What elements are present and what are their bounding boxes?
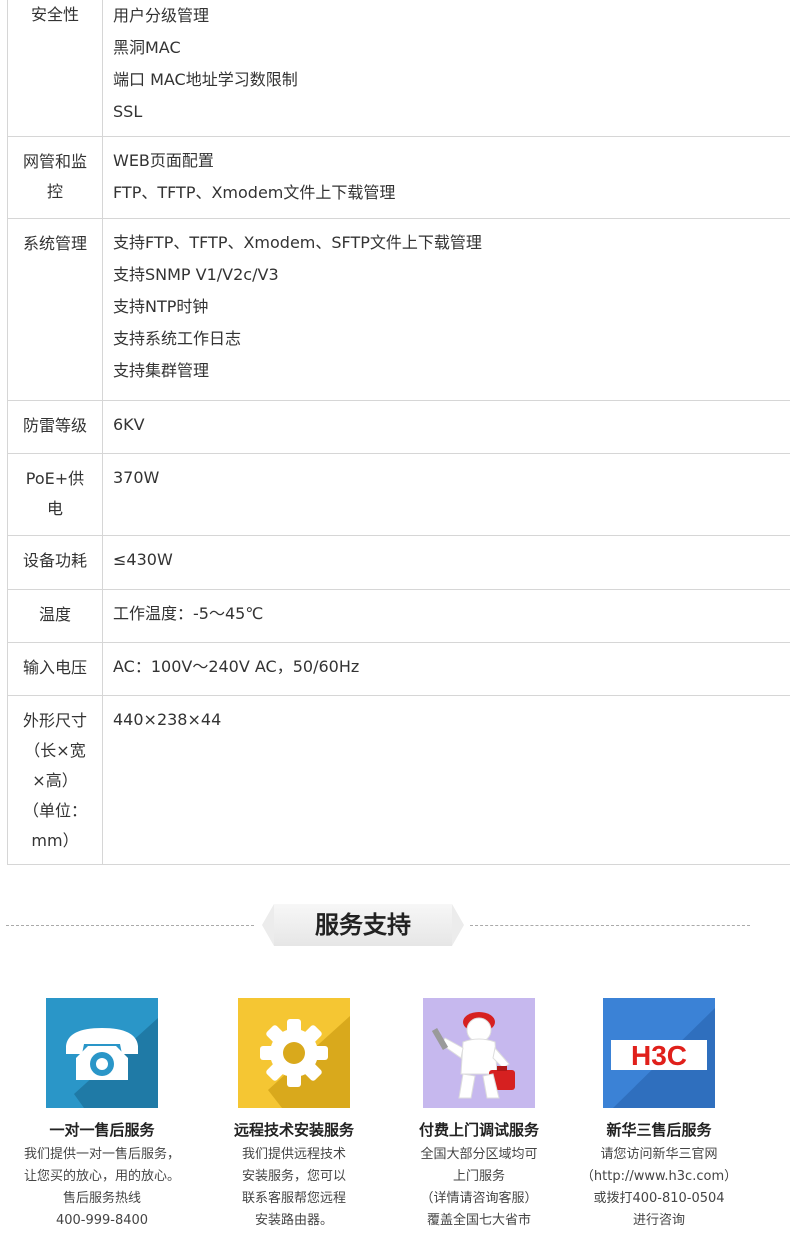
spec-key: 安全性 <box>7 0 103 137</box>
spec-key: 网管和监控 <box>7 135 103 219</box>
spec-value: 工作温度：-5～45℃ <box>102 588 790 643</box>
spec-value: 370W <box>102 452 790 536</box>
spec-row: 防雷等级 6KV <box>7 399 790 454</box>
dashed-rule-left <box>6 925 254 926</box>
section-title: 服务支持 <box>315 911 411 939</box>
service-name: 付费上门调试服务 <box>418 1121 539 1139</box>
spec-value-text: 支持系统工作日志 <box>113 328 242 348</box>
spec-value: AC：100V～240V AC，50/60Hz <box>102 641 790 696</box>
spec-row: 输入电压 AC：100V～240V AC，50/60Hz <box>7 641 790 696</box>
spec-value: WEB页面配置 FTP、TFTP、Xmodem文件上下载管理 <box>102 135 790 219</box>
spec-value-text: FTP、TFTP、Xmodem文件上下载管理 <box>113 182 396 202</box>
spec-key-text: ×高） <box>32 770 78 790</box>
spec-row: 系统管理 支持FTP、TFTP、Xmodem、SFTP文件上下载管理 支持SNMP … <box>7 217 790 401</box>
dashed-rule-right <box>470 925 750 926</box>
spec-value: 6KV <box>102 399 790 454</box>
spec-key-text: 防雷等级 <box>22 415 87 435</box>
spec-key: 外形尺寸 （长×宽 ×高） （单位： mm） <box>7 694 103 865</box>
row-divider <box>102 589 438 590</box>
svg-text:H3C: H3C <box>631 1040 687 1071</box>
service-description: 我们提供一对一售后服务， 让您买的放心，用的放心。 售后服务热线 400-999-84… <box>23 1147 180 1228</box>
spec-value: 用户分级管理 黑洞MAC 端口 MAC地址学习数限制 SSL <box>102 0 790 137</box>
spec-value-text: ≤430W <box>113 549 173 569</box>
spec-key-text: 电 <box>46 498 63 518</box>
spec-value-text: 支持FTP、TFTP、Xmodem、SFTP文件上下载管理 <box>113 232 482 252</box>
spec-value-text: 440×238×44 <box>113 709 222 729</box>
spec-key: 输入电压 <box>7 641 103 696</box>
gear-icon <box>238 998 350 1108</box>
spec-key-text: 外形尺寸 <box>22 710 87 730</box>
section-title-badge: 服务支持 <box>262 904 464 946</box>
telephone-icon <box>46 998 158 1108</box>
spec-value-text: AC：100V～240V AC，50/60Hz <box>113 656 360 676</box>
spec-key-text: （单位： <box>22 800 87 820</box>
spec-value-text: 工作温度：-5～45℃ <box>113 603 264 623</box>
spec-table: 安全性 用户分级管理 黑洞MAC 端口 MAC地址学习数限制 SSL 网管和监控 WEB页面… <box>7 0 790 865</box>
service-name: 新华三售后服务 <box>606 1121 712 1139</box>
spec-key: 温度 <box>7 588 103 643</box>
spec-value-text: SSL <box>113 102 143 121</box>
spec-value-text: 黑洞MAC <box>113 38 181 57</box>
spec-key-text: 输入电压 <box>22 657 87 677</box>
spec-value-text: 支持SNMP V1/V2c/V3 <box>113 264 279 284</box>
spec-value-text: 支持集群管理 <box>113 360 210 380</box>
service-description: 请您访问新华三官网 （http://www.h3c.com） 或拨打400-810-… <box>580 1147 738 1228</box>
service-after-sales[interactable]: 一对一售后服务 我们提供一对一售后服务， 让您买的放心，用的放心。 售后服务热线 40… <box>7 998 197 1232</box>
spec-row: 网管和监控 WEB页面配置 FTP、TFTP、Xmodem文件上下载管理 <box>7 135 790 219</box>
spec-key: 设备功耗 <box>7 534 103 590</box>
spec-key-text: mm） <box>31 830 79 850</box>
spec-value: 440×238×44 <box>102 694 790 865</box>
spec-value-text: WEB页面配置 <box>113 150 214 170</box>
spec-row: 设备功耗 ≤430W <box>7 534 790 590</box>
technician-icon <box>423 998 535 1108</box>
spec-value: 支持FTP、TFTP、Xmodem、SFTP文件上下载管理 支持SNMP V1/V… <box>102 217 790 401</box>
spec-row: PoE+供电 370W <box>7 452 790 536</box>
service-name: 远程技术安装服务 <box>233 1121 354 1139</box>
service-remote-install[interactable]: 远程技术安装服务 我们提供远程技术 安装服务，您可以 联系客服帮您远程 安装路由器。 <box>199 998 389 1232</box>
spec-row: 安全性 用户分级管理 黑洞MAC 端口 MAC地址学习数限制 SSL <box>7 0 790 137</box>
spec-value-text: 6KV <box>113 414 145 434</box>
spec-value-text: 端口 MAC地址学习数限制 <box>113 70 298 89</box>
service-description: 我们提供远程技术 安装服务，您可以 联系客服帮您远程 安装路由器。 <box>241 1147 346 1228</box>
spec-key-text: 安全性 <box>30 5 79 24</box>
service-name: 一对一售后服务 <box>49 1121 155 1139</box>
spec-key-text: PoE+供 <box>25 468 85 488</box>
service-h3c[interactable]: H3C 新华三售后服务 请您访问新华三官网 （http://www.h3c.com… <box>564 998 754 1232</box>
spec-key-text: 系统管理 <box>22 233 87 253</box>
spec-key: 系统管理 <box>7 217 103 401</box>
spec-value-text: 支持NTP时钟 <box>113 296 209 316</box>
service-onsite-debug[interactable]: 付费上门调试服务 全国大部分区域均可 上门服务 （详情请咨询客服） 覆盖全国七大省市 <box>384 998 574 1232</box>
spec-value-text: 用户分级管理 <box>113 6 210 25</box>
spec-row: 外形尺寸 （长×宽 ×高） （单位： mm） 440×238×44 <box>7 694 790 865</box>
service-description: 全国大部分区域均可 上门服务 （详情请咨询客服） 覆盖全国七大省市 <box>420 1147 538 1228</box>
spec-key-text: 设备功耗 <box>22 550 87 570</box>
spec-key: 防雷等级 <box>7 399 103 454</box>
spec-key-text: 网管和监 <box>22 151 87 171</box>
spec-value-text: 370W <box>113 467 160 487</box>
section-header: 服务支持 <box>0 902 790 948</box>
spec-key-text: （长×宽 <box>24 740 86 760</box>
h3c-logo: H3C <box>603 998 715 1108</box>
spec-key: PoE+供电 <box>7 452 103 536</box>
spec-value: ≤430W <box>102 534 790 590</box>
spec-row: 温度 工作温度：-5～45℃ <box>7 588 790 643</box>
spec-key-text: 温度 <box>38 604 71 624</box>
spec-key-text: 控 <box>46 181 63 201</box>
